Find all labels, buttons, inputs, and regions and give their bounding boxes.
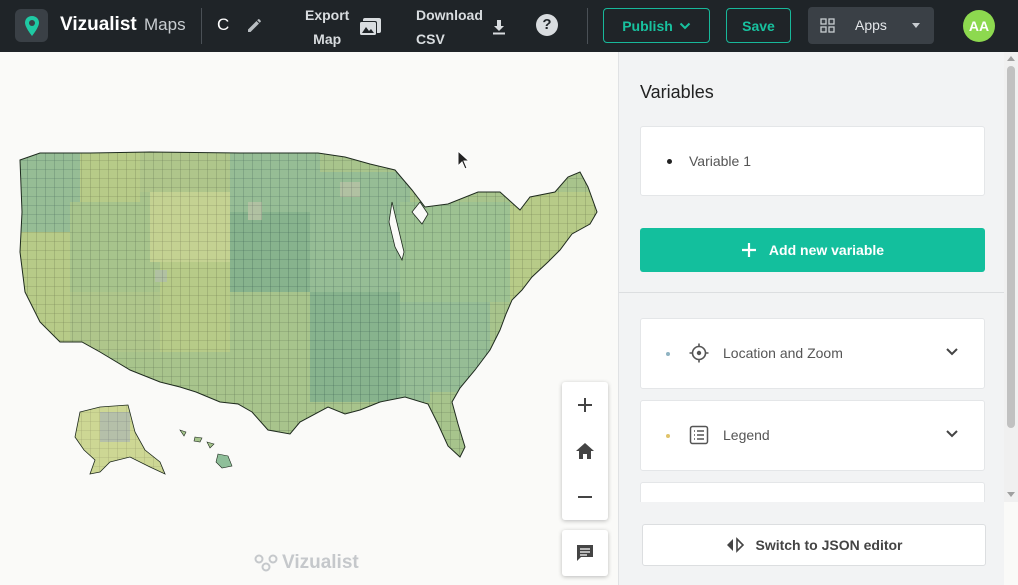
bullet xyxy=(667,159,672,164)
zoom-in-button[interactable] xyxy=(562,382,608,428)
scroll-up-icon[interactable] xyxy=(1007,56,1015,61)
list-icon xyxy=(689,425,709,445)
plus-icon xyxy=(741,243,756,257)
section-legend[interactable]: Legend xyxy=(640,400,985,471)
export-map-label: Export Map xyxy=(305,3,349,51)
mouse-cursor-icon xyxy=(457,150,471,170)
section-label: Location and Zoom xyxy=(723,345,843,361)
publish-label: Publish xyxy=(622,17,673,34)
images-icon xyxy=(359,18,382,36)
pencil-icon[interactable] xyxy=(245,15,265,35)
plus-icon xyxy=(578,398,592,412)
divider xyxy=(619,292,1005,293)
us-county-choropleth[interactable] xyxy=(0,52,618,585)
json-editor-label: Switch to JSON editor xyxy=(755,537,903,553)
section-location-zoom[interactable]: Location and Zoom xyxy=(640,318,985,389)
chevron-down-icon[interactable] xyxy=(945,347,959,357)
alaska[interactable] xyxy=(70,402,170,482)
divider xyxy=(201,8,202,44)
export-map-button[interactable]: Export Map xyxy=(305,3,383,51)
watermark-text: Vizualist xyxy=(282,552,359,573)
chat-icon xyxy=(577,545,593,561)
variables-panel: Variables Variable 1 Add new variable Lo… xyxy=(618,52,1005,585)
download-icon xyxy=(492,20,505,35)
download-csv-line2: CSV xyxy=(416,31,445,47)
brand-name: Vizualist Maps xyxy=(60,14,186,36)
vizualist-logo-icon xyxy=(254,554,278,572)
minus-icon xyxy=(578,496,592,498)
zoom-out-button[interactable] xyxy=(562,474,608,520)
map-canvas[interactable]: Vizualist xyxy=(0,52,618,585)
avatar[interactable]: AA xyxy=(963,10,995,42)
variable-list: Variable 1 xyxy=(640,126,985,196)
help-icon[interactable]: ? xyxy=(536,14,558,36)
publish-button[interactable]: Publish xyxy=(603,8,710,43)
reset-view-button[interactable] xyxy=(562,428,608,474)
zoom-controls xyxy=(562,382,608,520)
scrollbar-thumb[interactable] xyxy=(1007,66,1015,428)
json-editor-button[interactable]: Switch to JSON editor xyxy=(642,524,986,566)
app-logo[interactable] xyxy=(15,9,48,42)
caret-down-icon xyxy=(912,23,920,28)
status-dot xyxy=(666,434,670,438)
download-csv-line1: Download xyxy=(416,7,483,23)
home-icon xyxy=(576,443,594,459)
export-map-line1: Export xyxy=(305,7,350,23)
brand-text: Vizualist xyxy=(60,14,137,35)
code-toggle-icon xyxy=(727,537,745,553)
download-csv-label: Download CSV xyxy=(416,3,483,51)
chevron-down-icon[interactable] xyxy=(945,429,959,439)
map-watermark: Vizualist xyxy=(254,552,359,574)
divider xyxy=(587,8,588,44)
status-dot xyxy=(666,352,670,356)
download-csv-button[interactable]: Download CSV xyxy=(416,3,509,51)
variable-item[interactable]: Variable 1 xyxy=(689,153,751,169)
section-card-partial[interactable] xyxy=(640,482,985,502)
top-bar: Vizualist Maps C Export Map Download CSV… xyxy=(0,0,1018,52)
add-variable-label: Add new variable xyxy=(768,242,885,258)
panel-title: Variables xyxy=(640,82,714,102)
apps-menu[interactable]: Apps xyxy=(808,7,934,44)
export-map-line2: Map xyxy=(313,31,342,47)
section-label: Legend xyxy=(723,427,770,443)
brand-subtitle: Maps xyxy=(144,15,186,34)
chevron-down-icon xyxy=(679,22,690,29)
map-title[interactable]: C xyxy=(217,15,229,35)
chat-button[interactable] xyxy=(562,530,608,576)
map-pin-icon xyxy=(24,15,39,36)
save-button[interactable]: Save xyxy=(726,8,791,43)
scroll-down-icon[interactable] xyxy=(1007,492,1015,497)
apps-label: Apps xyxy=(855,17,887,33)
grid-icon xyxy=(820,18,835,33)
add-variable-button[interactable]: Add new variable xyxy=(640,228,985,272)
crosshair-icon xyxy=(689,343,709,363)
hawaii[interactable] xyxy=(179,429,233,469)
panel-scrollbar[interactable] xyxy=(1004,52,1018,502)
